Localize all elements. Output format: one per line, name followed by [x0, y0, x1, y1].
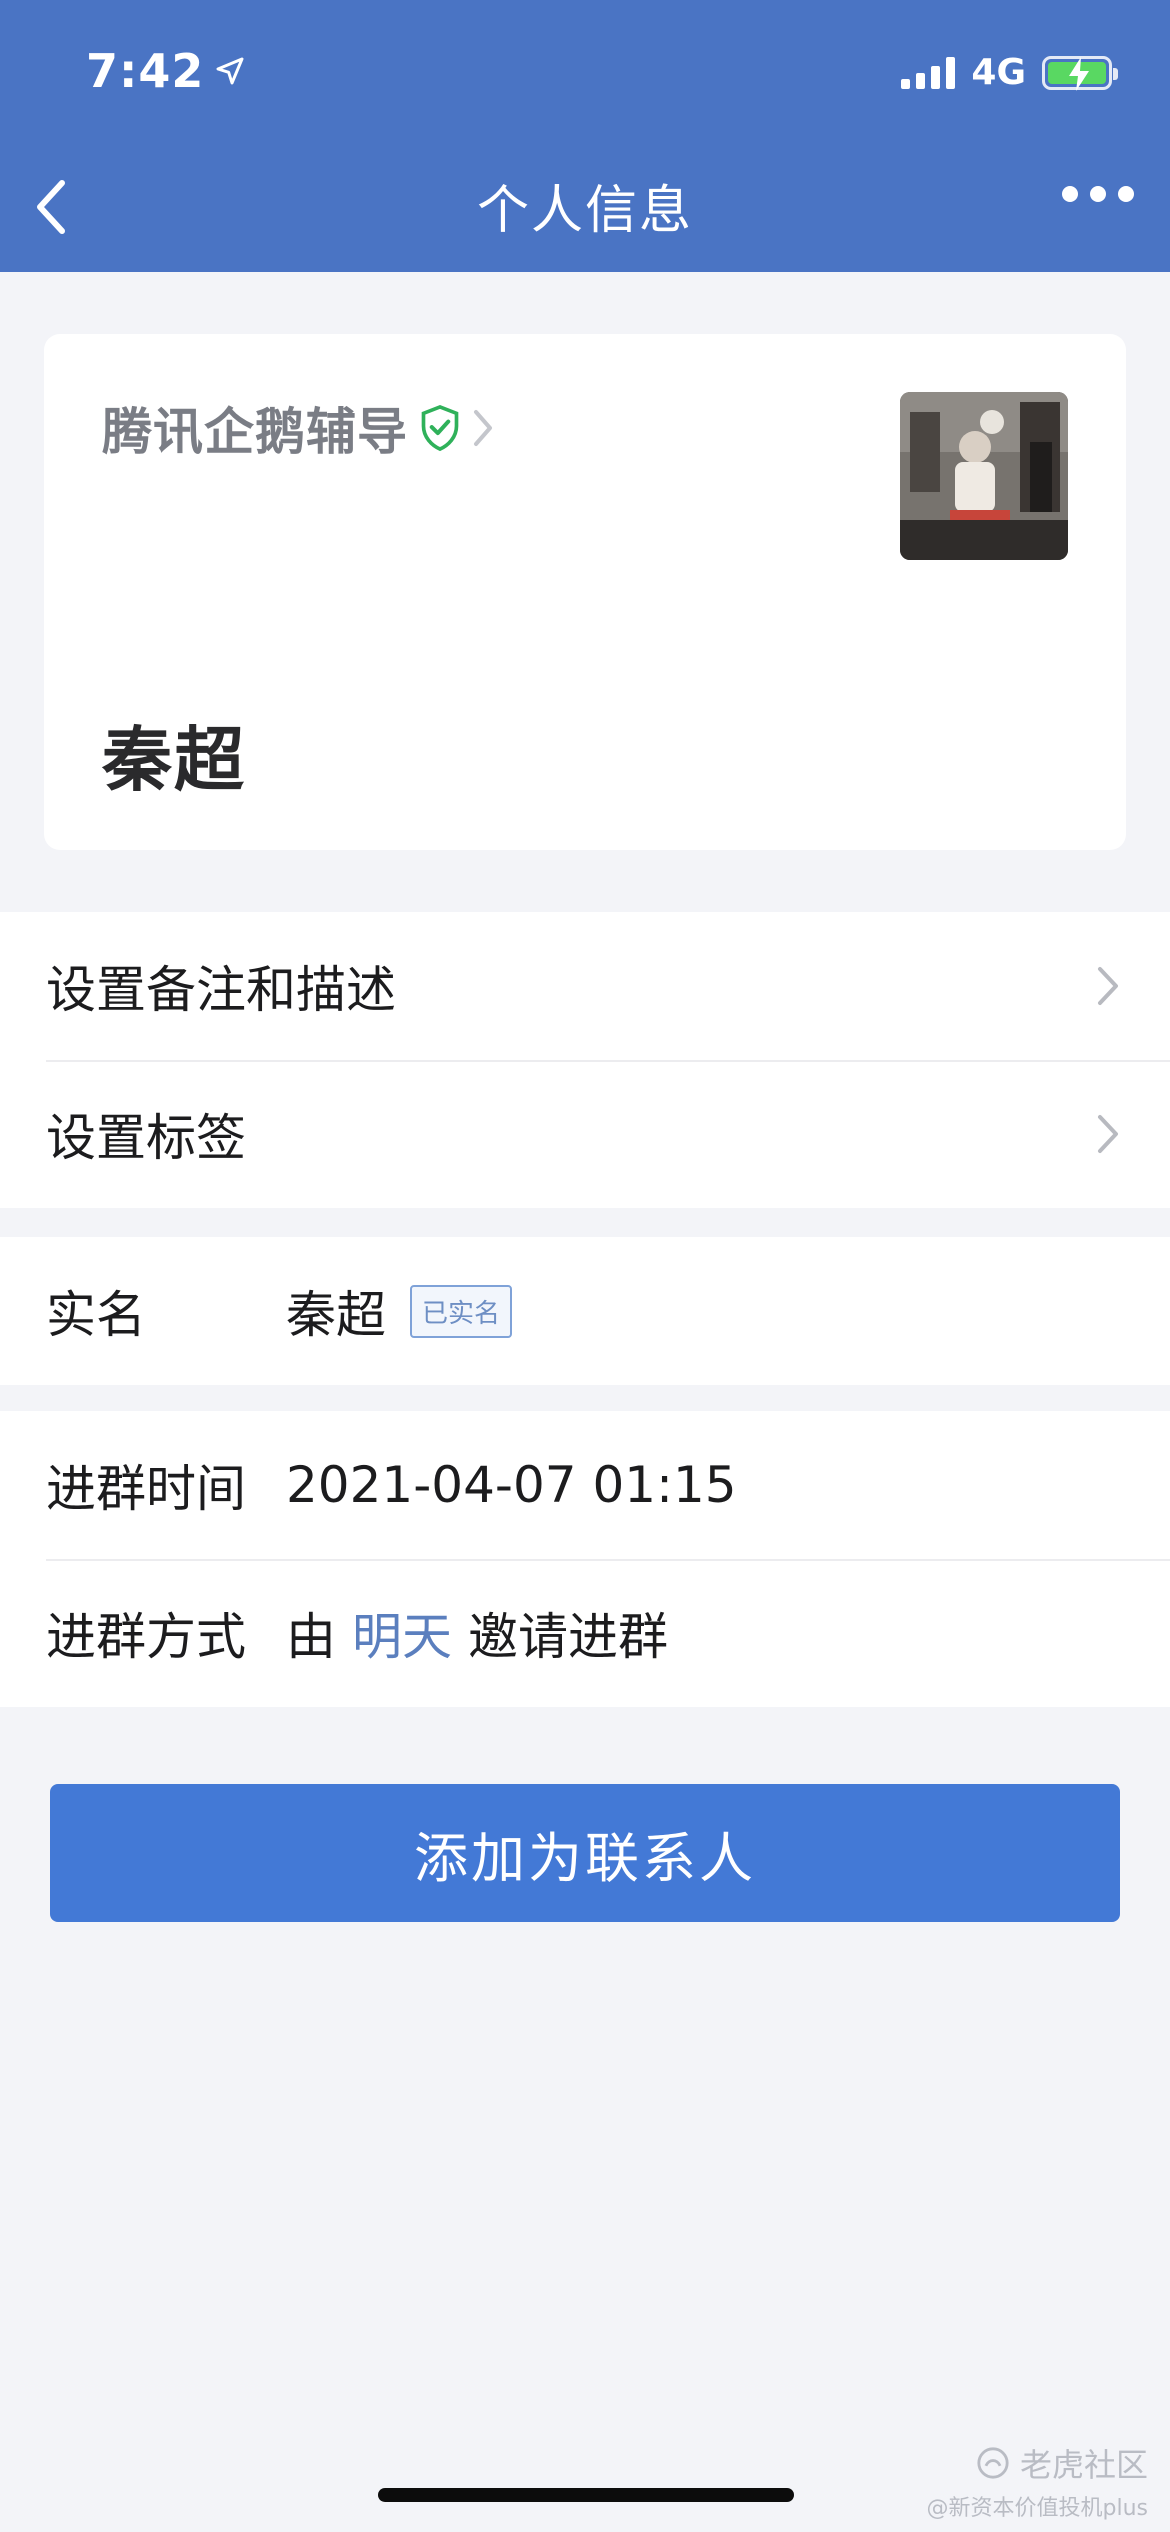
status-time: 7:42 [86, 44, 246, 98]
chevron-right-icon [1098, 967, 1118, 1005]
more-dot-icon [1062, 186, 1078, 202]
more-dot-icon [1118, 186, 1134, 202]
inviter-link[interactable]: 明天 [352, 1597, 452, 1669]
avatar-image [900, 392, 1068, 560]
realname-row: 实名 秦超 已实名 [0, 1237, 1170, 1385]
realname-value-wrap: 秦超 已实名 [286, 1275, 513, 1347]
org-link[interactable]: 腾讯企鹅辅导 [102, 392, 494, 464]
watermark-line2: @新资本价值投机plus [926, 2496, 1148, 2521]
avatar[interactable] [900, 392, 1068, 560]
settings-group: 设置备注和描述 设置标签 [0, 912, 1170, 1208]
network-type: 4G [971, 52, 1026, 93]
header-bar: 7:42 4G 个人信息 [0, 0, 1170, 272]
realname-label: 实名 [46, 1286, 146, 1344]
join-method-prefix: 由 [286, 1608, 336, 1666]
battery-icon [1042, 55, 1118, 91]
join-method-suffix: 邀请进群 [468, 1608, 668, 1666]
set-remark-label: 设置备注和描述 [46, 961, 396, 1019]
join-time-row: 进群时间 2021-04-07 01:15 [0, 1411, 1170, 1559]
set-remark-row[interactable]: 设置备注和描述 [0, 912, 1170, 1060]
join-method-row: 进群方式 由 明天 邀请进群 [0, 1559, 1170, 1707]
realname-group: 实名 秦超 已实名 [0, 1237, 1170, 1385]
watermark-line1: 老虎社区 [1019, 2446, 1148, 2484]
join-method-value: 由 明天 邀请进群 [286, 1597, 668, 1669]
more-button[interactable] [1062, 186, 1134, 202]
page-title: 个人信息 [476, 181, 693, 241]
add-contact-button[interactable]: 添加为联系人 [50, 1784, 1120, 1922]
chevron-right-icon [474, 410, 492, 446]
person-name: 秦超 [102, 719, 246, 801]
status-time-text: 7:42 [86, 44, 205, 98]
home-indicator[interactable] [378, 2488, 794, 2502]
status-indicators: 4G [901, 52, 1118, 93]
join-method-label: 进群方式 [46, 1608, 246, 1666]
signal-icon [901, 56, 956, 89]
set-tags-row[interactable]: 设置标签 [0, 1060, 1170, 1208]
chevron-right-icon [1098, 1115, 1118, 1153]
profile-card: 腾讯企鹅辅导 秦超 [44, 334, 1126, 850]
join-time-value: 2021-04-07 01:15 [286, 1456, 737, 1514]
tiger-logo-icon [977, 2447, 1009, 2479]
set-tags-label: 设置标签 [46, 1109, 246, 1167]
location-arrow-icon [216, 57, 244, 85]
more-dot-icon [1090, 186, 1106, 202]
verified-badge: 已实名 [410, 1284, 513, 1338]
join-time-label: 进群时间 [46, 1460, 246, 1518]
watermark: 老虎社区 @新资本价值投机plus [927, 2440, 1148, 2522]
org-name: 腾讯企鹅辅导 [102, 403, 408, 461]
group-info: 进群时间 2021-04-07 01:15 进群方式 由 明天 邀请进群 [0, 1411, 1170, 1707]
verified-shield-icon [421, 404, 459, 452]
realname-value: 秦超 [286, 1286, 386, 1344]
